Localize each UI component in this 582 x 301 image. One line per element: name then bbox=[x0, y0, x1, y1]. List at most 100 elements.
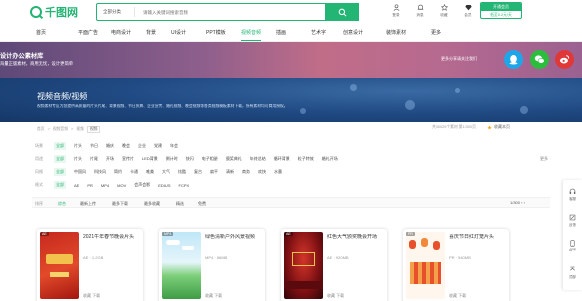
filter-option[interactable]: 会声会影 bbox=[134, 182, 150, 188]
card-actions[interactable]: 收藏 下载 bbox=[327, 293, 344, 299]
filter-option[interactable]: 婚庆 bbox=[106, 143, 114, 149]
filter-option[interactable]: 节日 bbox=[90, 143, 98, 149]
filter-option[interactable]: MP4 bbox=[101, 183, 109, 188]
filter-option[interactable]: 清新 bbox=[226, 169, 234, 175]
filter-option[interactable]: PR bbox=[87, 183, 93, 188]
filter-option[interactable]: 商务 bbox=[242, 169, 250, 175]
search-button[interactable] bbox=[325, 3, 359, 21]
card-title[interactable]: 喜庆节日红灯笼片头 bbox=[449, 234, 507, 241]
filter-option[interactable]: 晚会 bbox=[122, 143, 130, 149]
filter-option[interactable]: 片尾 bbox=[90, 156, 98, 162]
material-card[interactable]: AE 红色大气颁奖晚会开场 AE · 920MB 收藏 下载 bbox=[281, 229, 387, 301]
nav-item-ui[interactable]: UI设计 bbox=[171, 29, 186, 36]
filter-option[interactable]: FCPX bbox=[179, 183, 190, 188]
filter-option[interactable]: 卡通 bbox=[130, 169, 138, 175]
filter-option[interactable]: 炫酷 bbox=[178, 169, 186, 175]
filter-option[interactable]: AE bbox=[74, 183, 79, 188]
filter-option[interactable]: 全部 bbox=[54, 142, 66, 150]
filter-option[interactable]: 片头 bbox=[74, 156, 82, 162]
nav-item-ecommerce[interactable]: 电商设计 bbox=[111, 29, 131, 36]
filter-option[interactable]: 全部 bbox=[54, 168, 66, 176]
sort-option[interactable]: 免费 bbox=[198, 201, 206, 207]
filter-option[interactable]: 水墨 bbox=[274, 169, 282, 175]
card-thumbnail[interactable] bbox=[162, 232, 201, 299]
top-login[interactable]: 登录 bbox=[388, 4, 404, 18]
card-title[interactable]: 绿色清新户外风景视频 bbox=[205, 234, 263, 241]
float-feedback[interactable]: 反馈 bbox=[563, 214, 582, 227]
material-card[interactable]: PR 喜庆节日红灯笼片头 PR · 540MB 收藏 下载 bbox=[403, 229, 509, 301]
wechat-button[interactable] bbox=[530, 50, 549, 69]
nav-item-creative[interactable]: 创意设计 bbox=[343, 29, 363, 36]
weibo-button[interactable] bbox=[555, 50, 574, 69]
breadcrumb-home[interactable]: 首页 bbox=[37, 127, 45, 132]
filter-option[interactable]: LED背景 bbox=[142, 156, 158, 162]
filter-option[interactable]: 大气 bbox=[162, 169, 170, 175]
search-input[interactable] bbox=[135, 9, 325, 15]
material-card[interactable]: MP4 绿色清新户外风景视频 MP4 · 86MB 收藏 下载 bbox=[159, 229, 265, 301]
card-actions[interactable]: 收藏 下载 bbox=[205, 293, 222, 299]
filter-option[interactable]: EDIUS bbox=[158, 183, 170, 188]
filter-option[interactable]: 开场 bbox=[106, 156, 114, 162]
float-app[interactable]: APP bbox=[563, 240, 582, 252]
filter-option[interactable]: 片头 bbox=[74, 143, 82, 149]
float-service[interactable]: 客服 bbox=[563, 188, 582, 201]
sort-option[interactable]: 最多收藏 bbox=[144, 201, 160, 207]
filter-option[interactable]: 倒计时 bbox=[166, 156, 178, 162]
breadcrumb-video[interactable]: 视频 bbox=[76, 127, 84, 132]
filter-option[interactable]: 循环背景 bbox=[274, 156, 290, 162]
top-vip[interactable]: 会员 bbox=[460, 4, 476, 18]
sort-option[interactable]: 综合 bbox=[58, 201, 66, 207]
filter-option[interactable]: 电子相册 bbox=[202, 156, 218, 162]
filter-more-button[interactable]: 更多 bbox=[540, 156, 548, 162]
filter-option[interactable]: 年会 bbox=[170, 143, 178, 149]
filter-option[interactable]: 企业 bbox=[138, 143, 146, 149]
nav-item-decoration[interactable]: 装饰素材 bbox=[386, 29, 406, 36]
filter-option[interactable]: 全部 bbox=[54, 155, 66, 163]
filter-option[interactable]: 扁平 bbox=[210, 169, 218, 175]
vip-open-button[interactable]: 开通会员 低至0.2元/天 bbox=[480, 2, 522, 19]
nav-item-print[interactable]: 平面广告 bbox=[78, 29, 98, 36]
filter-option[interactable]: 颁奖典礼 bbox=[226, 156, 242, 162]
filter-option[interactable]: 唯美 bbox=[146, 169, 154, 175]
sort-option[interactable]: 最多下载 bbox=[112, 201, 128, 207]
filter-option[interactable]: MOV bbox=[117, 183, 126, 188]
material-card[interactable]: AE 2021牛年春节晚会片头 AE · 1.2GB 收藏 下载 bbox=[37, 229, 143, 301]
nav-item-background[interactable]: 背景 bbox=[146, 29, 156, 36]
filter-option[interactable]: 复古 bbox=[194, 169, 202, 175]
top-favorite[interactable]: 收藏 bbox=[436, 4, 452, 18]
filter-option[interactable]: 全部 bbox=[54, 181, 66, 189]
nav-item-art-font[interactable]: 艺术字 bbox=[311, 29, 326, 36]
nav-item-more[interactable]: 更多 bbox=[431, 29, 441, 36]
filter-option[interactable]: 科技风 bbox=[94, 169, 106, 175]
card-title[interactable]: 2021牛年春节晚会片头 bbox=[83, 234, 141, 241]
filter-option[interactable]: 简约 bbox=[114, 169, 122, 175]
search-category-select[interactable]: 全部分类 bbox=[97, 7, 135, 17]
nav-item-illustration[interactable]: 插画 bbox=[276, 29, 286, 36]
site-logo[interactable]: 千图网 bbox=[30, 4, 78, 20]
card-thumbnail[interactable] bbox=[40, 232, 79, 299]
filter-option[interactable]: 快闪 bbox=[186, 156, 194, 162]
sort-option[interactable]: 最新上传 bbox=[80, 201, 96, 207]
filter-option[interactable]: 中国风 bbox=[74, 169, 86, 175]
breadcrumb-video-audio[interactable]: 视频音频 bbox=[53, 127, 68, 132]
card-actions[interactable]: 收藏 下载 bbox=[83, 293, 100, 299]
sort-option[interactable]: 精选 bbox=[176, 201, 184, 207]
filter-option[interactable]: 婚礼开场 bbox=[322, 156, 338, 162]
filter-option[interactable]: 粒子特效 bbox=[298, 156, 314, 162]
card-thumbnail[interactable] bbox=[284, 232, 323, 299]
mini-pager[interactable]: 1/300 ‹ › bbox=[510, 200, 525, 205]
filter-option[interactable]: 宣传片 bbox=[122, 156, 134, 162]
card-actions[interactable]: 收藏 下载 bbox=[449, 293, 466, 299]
qq-button[interactable] bbox=[504, 50, 523, 69]
card-thumbnail[interactable] bbox=[406, 232, 445, 299]
nav-item-ppt[interactable]: PPT模板 bbox=[206, 29, 226, 36]
top-message[interactable]: 消息 bbox=[412, 4, 428, 18]
float-back-top[interactable]: 顶部 bbox=[563, 266, 582, 279]
filter-option[interactable]: 欢快 bbox=[258, 169, 266, 175]
filter-option[interactable]: 年终总结 bbox=[250, 156, 266, 162]
nav-item-home[interactable]: 首页 bbox=[36, 29, 46, 36]
breadcrumb-tag[interactable]: 视频 bbox=[86, 125, 101, 133]
nav-item-video-audio[interactable]: 视频音频 bbox=[241, 29, 262, 41]
favorite-page-button[interactable]: 收藏本页 bbox=[487, 124, 510, 130]
filter-option[interactable]: 党建 bbox=[154, 143, 162, 149]
